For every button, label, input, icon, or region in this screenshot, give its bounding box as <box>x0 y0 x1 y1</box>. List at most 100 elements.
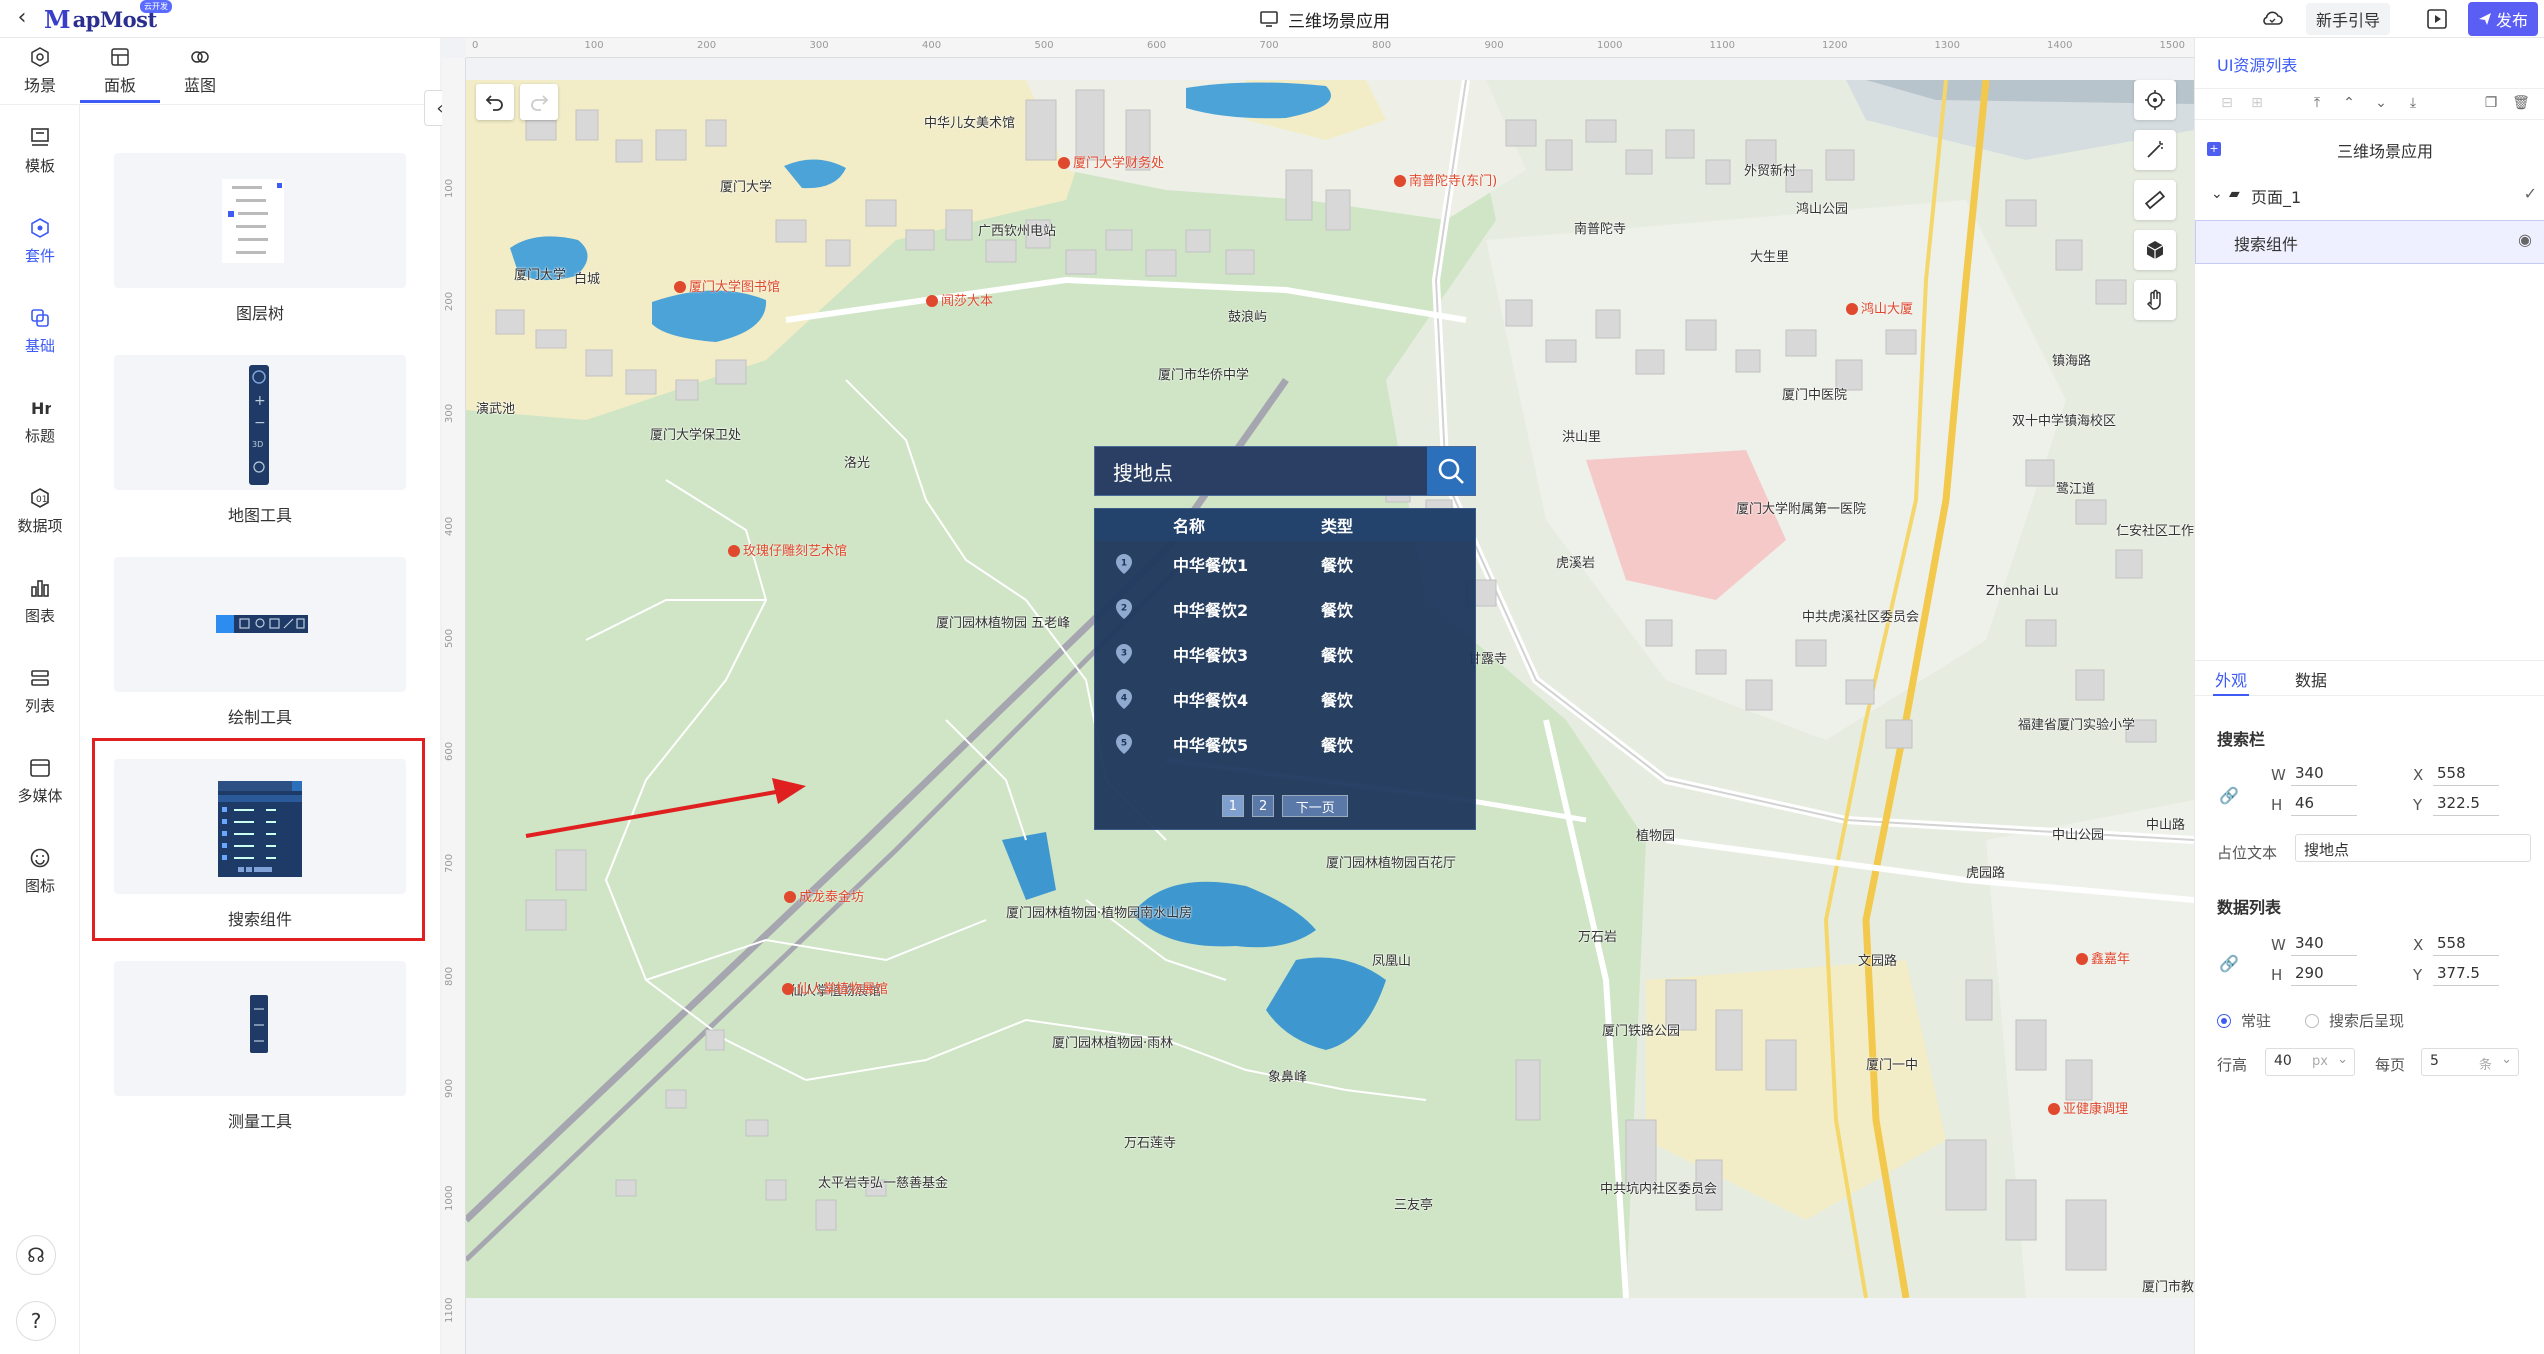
result-row[interactable]: 5 中华餐饮5 餐饮 <box>1095 721 1475 766</box>
list-height-field[interactable]: 290 <box>2291 964 2357 986</box>
undo-button[interactable] <box>476 84 514 120</box>
row-height-select[interactable]: 40 px ⌄ <box>2265 1048 2355 1076</box>
svg-text:2: 2 <box>1121 603 1127 613</box>
map-poi[interactable]: 鑫嘉年 <box>2076 948 2130 967</box>
radio-always[interactable] <box>2217 1014 2231 1028</box>
publish-button[interactable]: 发布 <box>2467 2 2538 36</box>
group-icon[interactable]: ⊞ <box>2247 95 2267 111</box>
map-pin-icon: 3 <box>1115 643 1133 665</box>
map-label: 洛光 <box>844 456 871 471</box>
list-x-field[interactable]: 558 <box>2433 934 2499 956</box>
rail-item-basic[interactable]: 基础 <box>0 307 80 356</box>
help-icon[interactable]: ? <box>16 1301 56 1341</box>
chevron-down-icon: ⌄ <box>2211 186 2223 202</box>
list-width-field[interactable]: 340 <box>2291 934 2357 956</box>
result-type: 餐饮 <box>1321 645 1354 665</box>
width-field[interactable]: 340 <box>2291 764 2357 786</box>
move-top-icon[interactable]: ⤒ <box>2307 95 2327 111</box>
rail-item-kit[interactable]: 套件 <box>0 217 80 266</box>
map-poi[interactable]: 成龙泰金坊 <box>784 886 864 905</box>
support-icon[interactable]: ☊ <box>16 1235 56 1275</box>
ruler-tick: 400 <box>444 516 455 536</box>
map-label: 万石岩 <box>1578 930 1618 945</box>
map-poi[interactable]: 亚健康调理 <box>2048 1098 2128 1117</box>
tree-component-node[interactable]: 搜索组件 ◉ <box>2195 220 2544 264</box>
back-icon[interactable]: ‹ <box>10 4 34 32</box>
card-map-tools[interactable]: + − 3D 地图工具 <box>114 355 406 526</box>
layer-tree-thumb <box>114 153 406 288</box>
preview-icon[interactable] <box>2426 8 2448 30</box>
map-poi[interactable]: 厦门大学财务处 <box>1058 152 1164 171</box>
tab-appearance[interactable]: 外观 <box>2215 667 2247 691</box>
result-row[interactable]: 1 中华餐饮1 餐饮 <box>1095 541 1475 586</box>
map-poi[interactable]: 玫瑰仔雕刻艺术馆 <box>728 540 847 559</box>
map-poi[interactable]: 南普陀寺(东门) <box>1394 170 1497 189</box>
map-label: 厦门市华侨中学 <box>1158 368 1250 383</box>
link-icon[interactable]: 🔗 <box>2219 954 2241 976</box>
tab-blueprint[interactable]: 蓝图 <box>160 46 240 96</box>
map-label: 凤凰山 <box>1372 954 1412 969</box>
move-bottom-icon[interactable]: ⤓ <box>2403 95 2423 111</box>
radio-after-search[interactable] <box>2305 1014 2319 1028</box>
ruler-tick: 500 <box>444 628 455 648</box>
map-poi[interactable]: 闻莎大本 <box>926 290 993 309</box>
page-2-button[interactable]: 2 <box>1252 795 1275 817</box>
tree-app-node[interactable]: + 三维场景应用 <box>2207 138 2537 162</box>
svg-text:3D: 3D <box>252 440 263 449</box>
placeholder-text-field[interactable]: 搜地点 <box>2295 834 2531 862</box>
rail-item-heading[interactable]: Hn 标题 <box>0 397 80 446</box>
tab-panel[interactable]: 面板 <box>80 46 160 96</box>
eye-icon[interactable]: ◉ <box>2518 230 2532 249</box>
list-y-field[interactable]: 377.5 <box>2433 964 2499 986</box>
guide-button[interactable]: 新手引导 <box>2305 3 2390 35</box>
height-field[interactable]: 46 <box>2291 794 2357 816</box>
card-layer-tree[interactable]: 图层树 <box>114 153 406 324</box>
map-poi[interactable]: 鸿山大厦 <box>1846 298 1913 317</box>
card-draw-tools[interactable]: 绘制工具 <box>114 557 406 728</box>
cube-button[interactable] <box>2134 230 2176 270</box>
x-field[interactable]: 558 <box>2433 764 2499 786</box>
redo-button[interactable] <box>520 84 558 120</box>
next-page-button[interactable]: 下一页 <box>1282 795 1349 817</box>
svg-text:+: + <box>254 393 266 409</box>
result-row[interactable]: 4 中华餐饮4 餐饮 <box>1095 676 1475 721</box>
search-input[interactable]: 搜地点 <box>1095 457 1427 486</box>
rail-item-chart[interactable]: 图表 <box>0 577 80 626</box>
card-measure-tools[interactable]: 测量工具 <box>114 961 406 1132</box>
lock-icon[interactable]: ⊟ <box>2217 95 2237 111</box>
rail-item-icon[interactable]: 图标 <box>0 847 80 896</box>
link-icon[interactable]: 🔗 <box>2219 786 2241 808</box>
magic-wand-button[interactable] <box>2134 130 2176 170</box>
active-tab-indicator <box>80 100 160 103</box>
delete-icon[interactable]: 🗑 <box>2511 95 2531 111</box>
page-1-button[interactable]: 1 <box>1221 795 1244 817</box>
move-up-icon[interactable]: ⌃ <box>2339 95 2359 111</box>
map-label: 厦门市教 <box>2142 1280 2194 1295</box>
per-page-select[interactable]: 5 条 ⌄ <box>2421 1048 2519 1076</box>
tab-data[interactable]: 数据 <box>2295 667 2327 691</box>
locate-button[interactable] <box>2134 80 2176 120</box>
rail-item-media[interactable]: 多媒体 <box>0 757 80 806</box>
ruler-tick: 1200 <box>1822 40 1848 51</box>
tree-page-node[interactable]: ⌄ ▰ 页面_1 ✓ <box>2211 184 2537 212</box>
y-field[interactable]: 322.5 <box>2433 794 2499 816</box>
result-row[interactable]: 2 中华餐饮2 餐饮 <box>1095 586 1475 631</box>
tab-scene[interactable]: 场景 <box>0 46 80 96</box>
result-row[interactable]: 3 中华餐饮3 餐饮 <box>1095 631 1475 676</box>
ruler-button[interactable] <box>2134 180 2176 220</box>
media-icon <box>30 759 50 777</box>
check-icon[interactable]: ✓ <box>2524 184 2537 203</box>
cloud-sync-icon[interactable] <box>2260 7 2284 31</box>
rail-item-template[interactable]: 模板 <box>0 127 80 176</box>
rail-item-data[interactable]: 01 数据项 <box>0 487 80 536</box>
move-down-icon[interactable]: ⌄ <box>2371 95 2391 111</box>
map-label: 象鼻峰 <box>1268 1070 1308 1085</box>
map-poi[interactable]: 厦门大学图书馆 <box>674 276 780 295</box>
map-label: 三友亭 <box>1394 1198 1434 1213</box>
pan-button[interactable] <box>2134 280 2176 320</box>
search-button[interactable] <box>1427 447 1475 495</box>
copy-icon[interactable]: ❐ <box>2481 95 2501 111</box>
map-poi[interactable]: 仙人掌植物展馆 <box>782 978 888 997</box>
ruler-tick: 1000 <box>444 1185 455 1211</box>
rail-item-list[interactable]: 列表 <box>0 667 80 716</box>
